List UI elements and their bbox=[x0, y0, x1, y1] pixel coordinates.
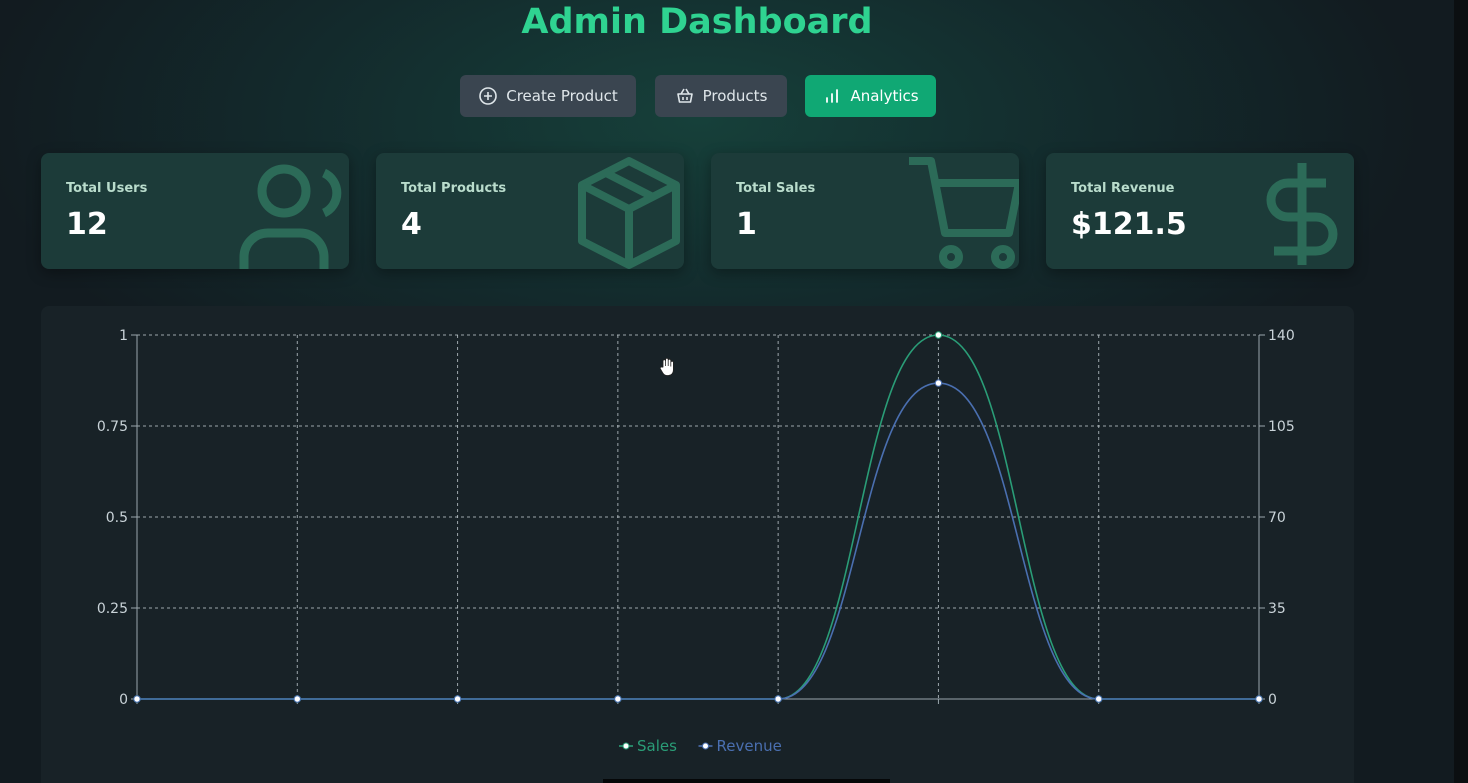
analytics-chart: 0 0.25 0.5 0.75 1 0 35 70 105 140 Sales Revenue bbox=[41, 306, 1354, 783]
hand-cursor-icon bbox=[659, 357, 674, 376]
stat-value: 4 bbox=[401, 207, 422, 242]
data-point-revenue bbox=[1255, 695, 1263, 703]
data-point-revenue bbox=[453, 695, 462, 703]
analytics-button[interactable]: Analytics bbox=[805, 75, 936, 117]
create-product-button[interactable]: Create Product bbox=[460, 75, 636, 117]
legend-swatch-dot bbox=[622, 742, 630, 750]
stat-value: 1 bbox=[736, 207, 757, 242]
bottom-bar bbox=[603, 779, 890, 783]
y-left-tick-label: 0.75 bbox=[97, 419, 128, 435]
analytics-label: Analytics bbox=[850, 87, 919, 105]
dashboard-page: Admin Dashboard Create Product Products … bbox=[0, 0, 1468, 783]
y-left-tick-label: 0.25 bbox=[97, 601, 128, 617]
chart-svg: 0 0.25 0.5 0.75 1 0 35 70 105 140 Sales Revenue bbox=[97, 328, 1295, 755]
stat-label: Total Revenue bbox=[1071, 181, 1175, 196]
y-left-tick-label: 0.5 bbox=[106, 510, 128, 526]
y-right-tick-label: 105 bbox=[1268, 419, 1295, 435]
users-icon bbox=[239, 164, 342, 269]
legend-swatch-dot bbox=[702, 742, 709, 750]
stat-value: 12 bbox=[66, 207, 108, 242]
legend-label-revenue: Revenue bbox=[717, 737, 782, 755]
package-icon bbox=[578, 157, 680, 269]
y-right-tick-label: 70 bbox=[1268, 510, 1286, 526]
products-label: Products bbox=[702, 87, 768, 105]
y-left-tick-label: 1 bbox=[119, 328, 128, 344]
y-right-tick-label: 35 bbox=[1268, 601, 1286, 617]
data-point-revenue bbox=[1095, 695, 1103, 703]
stat-value: $121.5 bbox=[1071, 207, 1187, 242]
shopping-cart-icon bbox=[909, 157, 1019, 269]
y-right-tick-label: 0 bbox=[1268, 692, 1277, 708]
legend-label-sales: Sales bbox=[637, 737, 677, 755]
page-title: Admin Dashboard bbox=[521, 2, 873, 42]
y-left-tick-label: 0 bbox=[119, 692, 128, 708]
data-point-revenue bbox=[774, 695, 782, 703]
data-point-revenue bbox=[293, 695, 301, 703]
stat-card-products: Total Products 4 bbox=[376, 153, 684, 269]
stat-card-sales: Total Sales 1 bbox=[711, 153, 1019, 269]
products-button[interactable]: Products bbox=[655, 75, 787, 117]
data-point-revenue bbox=[133, 695, 141, 703]
data-point-revenue bbox=[614, 695, 622, 703]
bar-chart-icon bbox=[826, 89, 839, 103]
data-point-sales bbox=[934, 331, 943, 339]
data-point-revenue bbox=[934, 379, 943, 387]
stat-card-revenue: Total Revenue $121.5 bbox=[1046, 153, 1354, 269]
window-edge bbox=[1454, 0, 1468, 783]
plus-circle-icon bbox=[479, 87, 498, 105]
stat-label: Total Sales bbox=[736, 181, 816, 196]
stat-label: Total Products bbox=[401, 181, 507, 196]
series-line-revenue bbox=[137, 382, 1259, 700]
create-product-label: Create Product bbox=[506, 87, 618, 105]
stat-card-users: Total Users 12 bbox=[41, 153, 349, 269]
y-right-tick-label: 140 bbox=[1268, 328, 1295, 344]
basket-icon bbox=[676, 88, 693, 103]
stat-label: Total Users bbox=[66, 181, 148, 196]
dollar-sign-icon bbox=[1266, 163, 1338, 265]
